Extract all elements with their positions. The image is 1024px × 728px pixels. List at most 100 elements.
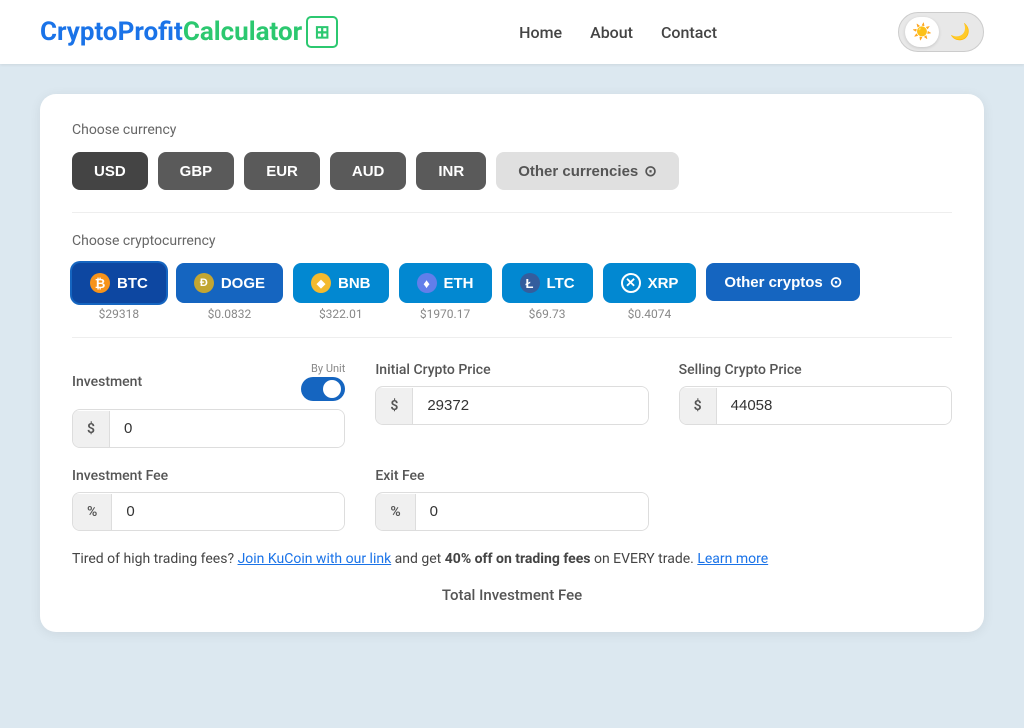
investment-fee-label: Investment Fee [72, 468, 345, 484]
currency-inr[interactable]: INR [416, 152, 486, 190]
crypto-btc[interactable]: ₿ BTC [72, 263, 166, 303]
investment-prefix: $ [73, 411, 110, 447]
crypto-section: Choose cryptocurrency ₿ BTC $29318 Ð DOG… [72, 233, 952, 321]
investment-fee-group: Investment Fee % [72, 468, 345, 531]
currency-gbp[interactable]: GBP [158, 152, 235, 190]
investment-input-group: $ [72, 409, 345, 448]
initial-price-label: Initial Crypto Price [375, 362, 648, 378]
other-currencies-label: Other currencies [518, 163, 638, 180]
main-nav: Home About Contact [519, 23, 717, 42]
doge-wrap: Ð DOGE $0.0832 [176, 263, 283, 321]
light-mode-button[interactable]: ☀️ [905, 17, 939, 47]
xrp-icon: ✕ [621, 273, 641, 293]
currency-usd[interactable]: USD [72, 152, 148, 190]
currency-eur[interactable]: EUR [244, 152, 320, 190]
by-unit-toggle[interactable] [301, 377, 345, 401]
nav-contact[interactable]: Contact [661, 23, 717, 42]
exit-fee-input[interactable] [416, 493, 648, 530]
currency-section: Choose currency USD GBP EUR AUD INR Othe… [72, 122, 952, 190]
learn-more-link[interactable]: Learn more [697, 551, 768, 567]
initial-price-input[interactable] [413, 387, 647, 424]
doge-label: DOGE [221, 275, 265, 292]
doge-price: $0.0832 [208, 307, 252, 321]
main-content: Choose currency USD GBP EUR AUD INR Othe… [0, 64, 1024, 728]
dark-mode-button[interactable]: 🌙 [943, 17, 977, 47]
total-investment-fee-label: Total Investment Fee [72, 586, 952, 604]
selling-price-label: Selling Crypto Price [679, 362, 952, 378]
btc-icon: ₿ [90, 273, 110, 293]
header: CryptoProfitCalculator⊞ Home About Conta… [0, 0, 1024, 64]
currency-buttons: USD GBP EUR AUD INR Other currencies ⊙ [72, 152, 952, 190]
promo-text-3: on EVERY trade. [594, 551, 694, 567]
nav-home[interactable]: Home [519, 23, 562, 42]
investment-label: Investment [72, 374, 142, 390]
ltc-price: $69.73 [529, 307, 566, 321]
investment-header: Investment By Unit [72, 362, 345, 401]
crypto-buttons: ₿ BTC $29318 Ð DOGE $0.0832 ◆ BNB [72, 263, 952, 321]
crypto-ltc[interactable]: Ł LTC [502, 263, 593, 303]
ltc-wrap: Ł LTC $69.73 [502, 263, 593, 321]
crypto-label: Choose cryptocurrency [72, 233, 952, 249]
promo-text-1: Tired of high trading fees? [72, 551, 234, 567]
currency-aud[interactable]: AUD [330, 152, 407, 190]
exit-fee-label: Exit Fee [375, 468, 648, 484]
bnb-price: $322.01 [319, 307, 363, 321]
by-unit-label: By Unit [311, 362, 345, 375]
by-unit-wrap: By Unit [301, 362, 345, 401]
currency-other[interactable]: Other currencies ⊙ [496, 152, 679, 190]
theme-toggle: ☀️ 🌙 [898, 12, 984, 52]
bnb-wrap: ◆ BNB $322.01 [293, 263, 389, 321]
chevron-down-icon: ⊙ [644, 162, 657, 180]
ltc-icon: Ł [520, 273, 540, 293]
eth-icon: ♦ [417, 273, 437, 293]
xrp-price: $0.4074 [628, 307, 672, 321]
ltc-label: LTC [547, 275, 575, 292]
logo-calculator-text: Calculator [183, 17, 302, 47]
investment-input[interactable] [110, 410, 344, 447]
eth-wrap: ♦ ETH $1970.17 [399, 263, 492, 321]
selling-price-group: Selling Crypto Price $ [679, 362, 952, 448]
other-cryptos-label: Other cryptos [724, 274, 822, 291]
exit-fee-group: Exit Fee % [375, 468, 648, 531]
promo-bold: 40% off on trading fees [445, 551, 591, 567]
toggle-slider [301, 377, 345, 401]
other-cryptos-chevron-icon: ⊙ [830, 273, 843, 291]
logo[interactable]: CryptoProfitCalculator⊞ [40, 16, 338, 48]
bnb-icon: ◆ [311, 273, 331, 293]
kucoin-link[interactable]: Join KuCoin with our link [238, 551, 392, 567]
logo-profit: Profit [118, 17, 183, 47]
investment-fee-input-group: % [72, 492, 345, 531]
investment-fee-prefix: % [73, 494, 112, 530]
btc-label: BTC [117, 275, 148, 292]
initial-price-group: Initial Crypto Price $ [375, 362, 648, 448]
nav-about[interactable]: About [590, 23, 633, 42]
xrp-label: XRP [648, 275, 679, 292]
selling-price-prefix: $ [680, 388, 717, 424]
crypto-xrp[interactable]: ✕ XRP [603, 263, 697, 303]
doge-icon: Ð [194, 273, 214, 293]
exit-fee-prefix: % [376, 494, 415, 530]
eth-label: ETH [444, 275, 474, 292]
form-row-1: Investment By Unit $ Initial Cry [72, 362, 952, 448]
crypto-bnb[interactable]: ◆ BNB [293, 263, 389, 303]
investment-fee-input[interactable] [112, 493, 344, 530]
divider-1 [72, 212, 952, 213]
selling-price-input[interactable] [717, 387, 951, 424]
crypto-other[interactable]: Other cryptos ⊙ [706, 263, 860, 301]
eth-price: $1970.17 [420, 307, 470, 321]
form-row-2: Investment Fee % Exit Fee % [72, 468, 952, 531]
exit-fee-input-group: % [375, 492, 648, 531]
calculator-icon: ⊞ [306, 16, 338, 48]
initial-price-input-group: $ [375, 386, 648, 425]
crypto-eth[interactable]: ♦ ETH [399, 263, 492, 303]
selling-price-input-group: $ [679, 386, 952, 425]
promo-text: Tired of high trading fees? Join KuCoin … [72, 549, 952, 570]
investment-group: Investment By Unit $ [72, 362, 345, 448]
crypto-doge[interactable]: Ð DOGE [176, 263, 283, 303]
divider-2 [72, 337, 952, 338]
currency-label: Choose currency [72, 122, 952, 138]
initial-price-prefix: $ [376, 388, 413, 424]
xrp-wrap: ✕ XRP $0.4074 [603, 263, 697, 321]
other-crypto-wrap: Other cryptos ⊙ [706, 263, 860, 301]
empty-col [679, 468, 952, 531]
